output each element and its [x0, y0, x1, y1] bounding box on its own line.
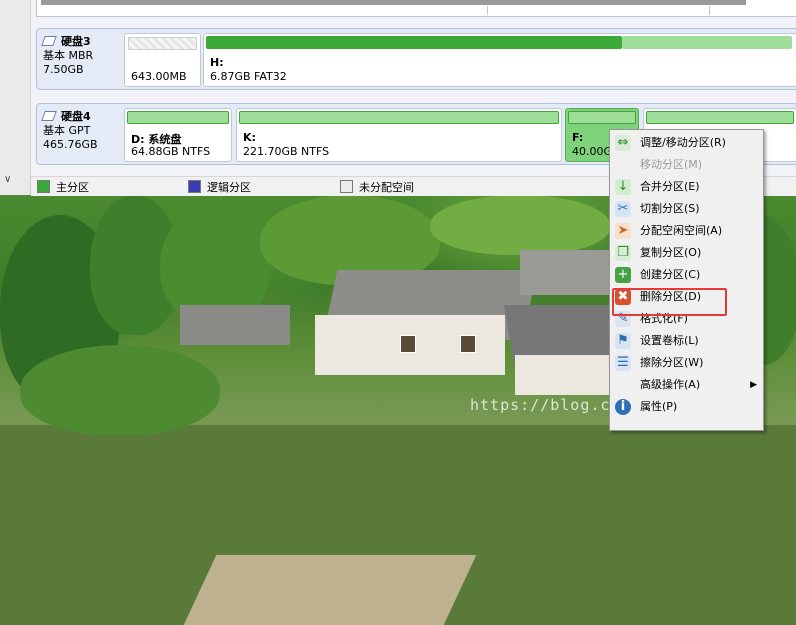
partition-label: K:: [243, 131, 256, 144]
disk-type: 基本 MBR: [43, 49, 94, 62]
menu-label: 高级操作(A): [640, 378, 701, 391]
primary-swatch-icon: [37, 180, 50, 193]
house-window: [460, 335, 476, 353]
partition-context-menu: ⇔ 调整/移动分区(R) 移动分区(M) ↓ 合并分区(E) ✂ 切割分区(S)…: [609, 129, 764, 431]
usage-bar: [41, 0, 746, 5]
vertical-scrollbar[interactable]: [4, 0, 22, 192]
usage-fill: [206, 36, 622, 49]
partition-divider: [487, 6, 488, 15]
partition-size: 221.70GB NTFS: [243, 145, 330, 158]
partition-size: 6.87GB FAT32: [210, 70, 287, 83]
legend-label: 逻辑分区: [207, 181, 251, 194]
menu-item-allocate-free[interactable]: ➤ 分配空闲空间(A): [612, 220, 761, 242]
disk-name: 硬盘4: [61, 110, 91, 123]
delete-highlight-box: [612, 288, 727, 316]
partition-divider: [709, 6, 710, 15]
menu-item-split[interactable]: ✂ 切割分区(S): [612, 198, 761, 220]
partition-label: F:: [572, 131, 584, 144]
disk-info: 硬盘4 基本 GPT 465.76GB: [41, 110, 123, 152]
usage-fill: [646, 111, 794, 124]
menu-item-resize-move[interactable]: ⇔ 调整/移动分区(R): [612, 132, 761, 154]
legend-primary: 主分区: [37, 180, 89, 194]
partition-unallocated[interactable]: 643.00MB ...: [124, 33, 201, 87]
tree: [430, 195, 610, 255]
disk-row-3[interactable]: 硬盘3 基本 MBR 7.50GB 643.00MB ... H: 6.87GB…: [36, 28, 796, 90]
merge-icon: ↓: [615, 179, 631, 195]
usage-fill: [239, 111, 559, 124]
disk-info: 硬盘3 基本 MBR 7.50GB: [41, 35, 123, 77]
usage-fill: [127, 111, 229, 124]
wipe-icon: ☰: [615, 355, 631, 371]
menu-item-move[interactable]: 移动分区(M): [612, 154, 761, 176]
menu-label: 创建分区(C): [640, 268, 701, 281]
free-space-fill: [622, 36, 792, 49]
partition-h[interactable]: H: 6.87GB FAT32: [203, 33, 796, 87]
unallocated-swatch-icon: [340, 180, 353, 193]
menu-item-set-label[interactable]: ⚑ 设置卷标(L): [612, 330, 761, 352]
disk-name: 硬盘3: [61, 35, 91, 48]
menu-label: 调整/移动分区(R): [640, 136, 726, 149]
copy-icon: ❐: [615, 245, 631, 261]
disk-type: 基本 GPT: [43, 124, 91, 137]
disk-size: 7.50GB: [43, 63, 84, 76]
submenu-arrow-icon: ▶: [750, 380, 757, 390]
menu-item-wipe[interactable]: ☰ 擦除分区(W): [612, 352, 761, 374]
legend-unallocated: 未分配空间: [340, 180, 414, 194]
dirt-road: [183, 555, 477, 625]
legend-label: 未分配空间: [359, 181, 414, 194]
menu-item-create[interactable]: + 创建分区(C): [612, 264, 761, 286]
partition-k[interactable]: K: 221.70GB NTFS: [236, 108, 562, 162]
split-icon: ✂: [615, 201, 631, 217]
usage-fill: [568, 111, 636, 124]
info-icon: i: [615, 399, 631, 415]
menu-label: 切割分区(S): [640, 202, 700, 215]
partition-d[interactable]: D: 系统盘 64.88GB NTFS: [124, 108, 232, 162]
disk-icon: [41, 111, 57, 121]
scroll-down-arrow-icon[interactable]: ∨: [4, 174, 11, 185]
resize-icon: ⇔: [615, 135, 631, 151]
disk-size: 465.76GB: [43, 138, 98, 151]
disk-icon: [41, 36, 57, 46]
menu-label: 属性(P): [640, 400, 678, 413]
menu-label: 分配空闲空间(A): [640, 224, 723, 237]
partition-size: 64.88GB NTFS: [131, 145, 211, 158]
menu-label: 合并分区(E): [640, 180, 700, 193]
logical-swatch-icon: [188, 180, 201, 193]
menu-item-merge[interactable]: ↓ 合并分区(E): [612, 176, 761, 198]
house-roof: [180, 305, 290, 345]
allocate-icon: ➤: [615, 223, 631, 239]
previous-disk-row: [36, 0, 796, 17]
house-window: [400, 335, 416, 353]
menu-label: 擦除分区(W): [640, 356, 704, 369]
legend-label: 主分区: [56, 181, 89, 194]
menu-label: 移动分区(M): [640, 158, 703, 171]
left-panel-edge: ∨: [0, 0, 31, 195]
menu-label: 复制分区(O): [640, 246, 702, 259]
menu-item-advanced[interactable]: 高级操作(A) ▶: [612, 374, 761, 396]
tree: [20, 345, 220, 435]
create-icon: +: [615, 267, 631, 283]
house-roof: [520, 250, 620, 295]
partition-label: H:: [210, 56, 224, 69]
legend-logical: 逻辑分区: [188, 180, 251, 194]
menu-item-properties[interactable]: i 属性(P): [612, 396, 761, 418]
house-wall: [515, 355, 610, 395]
label-icon: ⚑: [615, 333, 631, 349]
menu-label: 设置卷标(L): [640, 334, 699, 347]
unallocated-bar: [128, 37, 197, 50]
menu-item-copy[interactable]: ❐ 复制分区(O): [612, 242, 761, 264]
partition-size: 643.00MB ...: [131, 70, 187, 86]
